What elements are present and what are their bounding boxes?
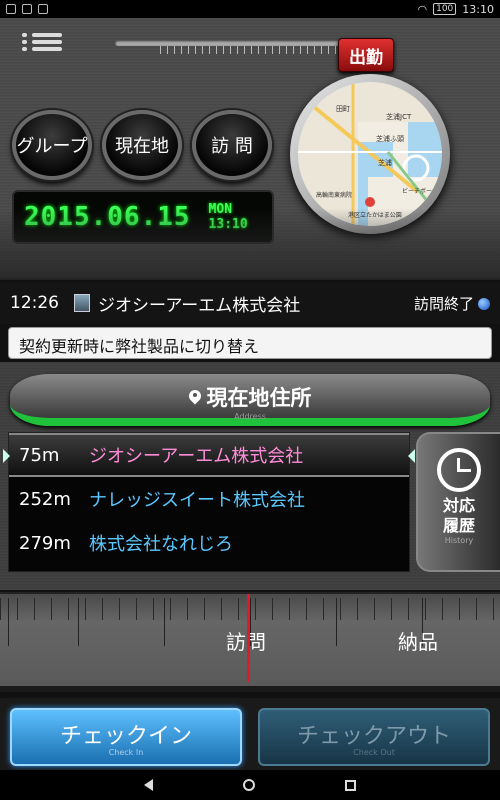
nearby-list[interactable]: 75m ジオシーアーエム株式会社 252m ナレッジスイート株式会社 279m … <box>3 432 415 572</box>
back-icon[interactable] <box>144 779 153 791</box>
status-time: 13:10 <box>462 2 494 16</box>
list-item[interactable]: 252m ナレッジスイート株式会社 <box>9 477 409 521</box>
current-location-button[interactable]: 現在地 <box>102 110 182 180</box>
status-dial[interactable]: 訪問 納品 <box>0 592 500 692</box>
mini-map[interactable]: 田町 芝浦JCT 芝浦ふ頭 高輪南東病院 芝浦 港区立たかはま公園 ビーチボール <box>298 82 442 226</box>
item-distance: 75m <box>19 444 60 466</box>
photo-icon <box>22 4 32 14</box>
location-panel: 現在地住所 Address 75m ジオシーアーエム株式会社 252m ナレッジ… <box>0 362 500 590</box>
list-item[interactable]: 279m 株式会社なれじろ <box>9 521 409 565</box>
checkin-label: チェックイン <box>59 723 192 749</box>
wifi-icon: ◠ <box>417 2 428 16</box>
home-icon[interactable] <box>243 779 255 791</box>
visit-button[interactable]: 訪 問 <box>192 110 272 180</box>
history-button[interactable]: 対応 履歴 History <box>416 432 500 572</box>
map-label: ビーチボール <box>402 188 439 195</box>
map-label: 芝浦ふ頭 <box>376 135 404 143</box>
map-label: 芝浦 <box>378 159 392 167</box>
list-item[interactable]: 75m ジオシーアーエム株式会社 <box>3 433 415 477</box>
checkout-button[interactable]: チェックアウト Check Out <box>258 708 490 766</box>
select-left-arrow-icon <box>3 449 10 463</box>
item-distance: 279m <box>19 532 71 554</box>
checkout-label: チェックアウト <box>296 723 451 749</box>
address-bar[interactable]: 現在地住所 Address <box>10 374 490 426</box>
item-distance: 252m <box>19 488 71 510</box>
checkin-sub: Check In <box>108 747 144 757</box>
clock-day-time: MON 13:10 <box>208 202 248 232</box>
shukkin-button[interactable]: 出勤 <box>338 38 394 72</box>
location-pin-icon <box>189 390 201 406</box>
checkout-sub: Check Out <box>353 747 395 757</box>
dial-needle <box>247 594 250 682</box>
visit-time: 12:26 <box>10 293 59 313</box>
recent-apps-icon[interactable] <box>345 779 356 791</box>
map-label: 港区立たかはま公園 <box>348 212 402 219</box>
visit-status-label: 訪問終了 <box>413 294 474 313</box>
map-label: 田町 <box>336 105 350 113</box>
history-clock-icon <box>437 448 481 492</box>
dial-label-visit[interactable]: 訪問 <box>226 626 266 655</box>
menu-icon[interactable] <box>22 30 62 60</box>
clock-date: 2015.06.15 <box>24 202 191 232</box>
notification-icon <box>6 4 16 14</box>
dial-label-delivery[interactable]: 納品 <box>398 626 438 655</box>
address-label-wrap: 現在地住所 <box>10 382 490 412</box>
checkin-button[interactable]: チェックイン Check In <box>10 708 242 766</box>
battery-icon: 100 <box>433 3 457 15</box>
visit-company: ジオシーアーエム株式会社 <box>98 295 301 316</box>
item-name: 株式会社なれじろ <box>89 534 233 555</box>
slider-ticks <box>160 46 340 54</box>
address-label: 現在地住所 <box>206 386 312 410</box>
top-panel: 出勤 グループ 現在地 訪 問 2015.06.15 MON 13:10 田町 … <box>0 18 500 280</box>
group-button[interactable]: グループ <box>12 110 92 180</box>
status-dot-icon <box>478 297 490 310</box>
digital-clock: 2015.06.15 MON 13:10 <box>12 190 274 244</box>
item-name: ナレッジスイート株式会社 <box>89 490 305 511</box>
select-right-arrow-icon <box>408 449 415 463</box>
map-label: 高輪南東病院 <box>316 192 353 199</box>
map-bezel[interactable]: 田町 芝浦JCT 芝浦ふ頭 高輪南東病院 芝浦 港区立たかはま公園 ビーチボール <box>290 74 450 234</box>
building-icon <box>74 294 90 312</box>
memo-field[interactable]: 契約更新時に弊社製品に切り替え <box>8 327 492 359</box>
system-nav-bar <box>0 770 500 800</box>
status-bar: ◠ 100 13:10 <box>0 0 500 18</box>
map-label: 芝浦JCT <box>386 113 412 121</box>
visit-row[interactable]: 12:26 ジオシーアーエム株式会社 訪問終了 <box>0 282 500 324</box>
action-bar: チェックイン Check In チェックアウト Check Out <box>0 698 500 770</box>
history-sub: History <box>444 536 474 545</box>
map-graphic <box>298 82 442 226</box>
history-label-1: 対応 <box>442 496 475 515</box>
history-label-2: 履歴 <box>442 516 475 535</box>
address-sub: Address <box>234 412 266 421</box>
item-name: ジオシーアーエム株式会社 <box>89 446 304 467</box>
visit-status: 訪問終了 <box>414 293 490 314</box>
download-icon <box>38 4 48 14</box>
